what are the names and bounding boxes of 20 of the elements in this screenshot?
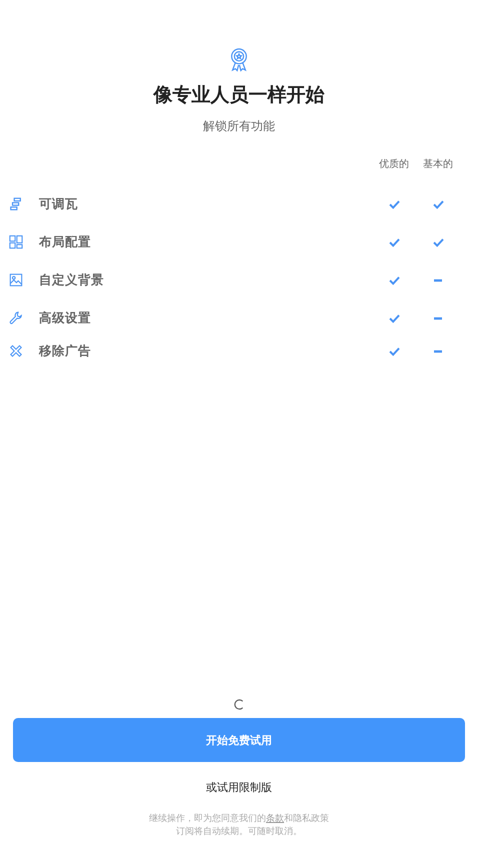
plan-column-header: 优质的 xyxy=(378,158,410,171)
renewal-text: 订阅将自动续期。可随时取消。 xyxy=(176,826,302,839)
terms-link[interactable]: 条款 xyxy=(266,814,284,824)
limited-version-link[interactable]: 或试用限制版 xyxy=(206,780,272,795)
cross-icon xyxy=(9,344,23,358)
feature-label: 自定义背景 xyxy=(39,272,105,288)
image-icon xyxy=(9,273,23,287)
feature-label: 布局配置 xyxy=(39,234,92,250)
feature-label: 可调瓦 xyxy=(39,196,79,212)
award-ribbon-icon xyxy=(228,46,250,74)
wrench-icon xyxy=(9,311,23,325)
page-subtitle: 解锁所有功能 xyxy=(203,118,275,135)
plan-column-header: 基本的 xyxy=(422,158,454,171)
stacked-bars-icon xyxy=(9,197,23,211)
start-trial-button[interactable]: 开始免费试用 xyxy=(13,718,465,762)
legal-text: 继续操作，即为您同意我们的条款和隐私政策 xyxy=(149,813,329,826)
page-title: 像专业人员一样开始 xyxy=(154,83,324,108)
feature-label: 高级设置 xyxy=(39,310,92,326)
feature-label: 移除广告 xyxy=(39,342,92,360)
layout-grid-icon xyxy=(9,235,23,249)
